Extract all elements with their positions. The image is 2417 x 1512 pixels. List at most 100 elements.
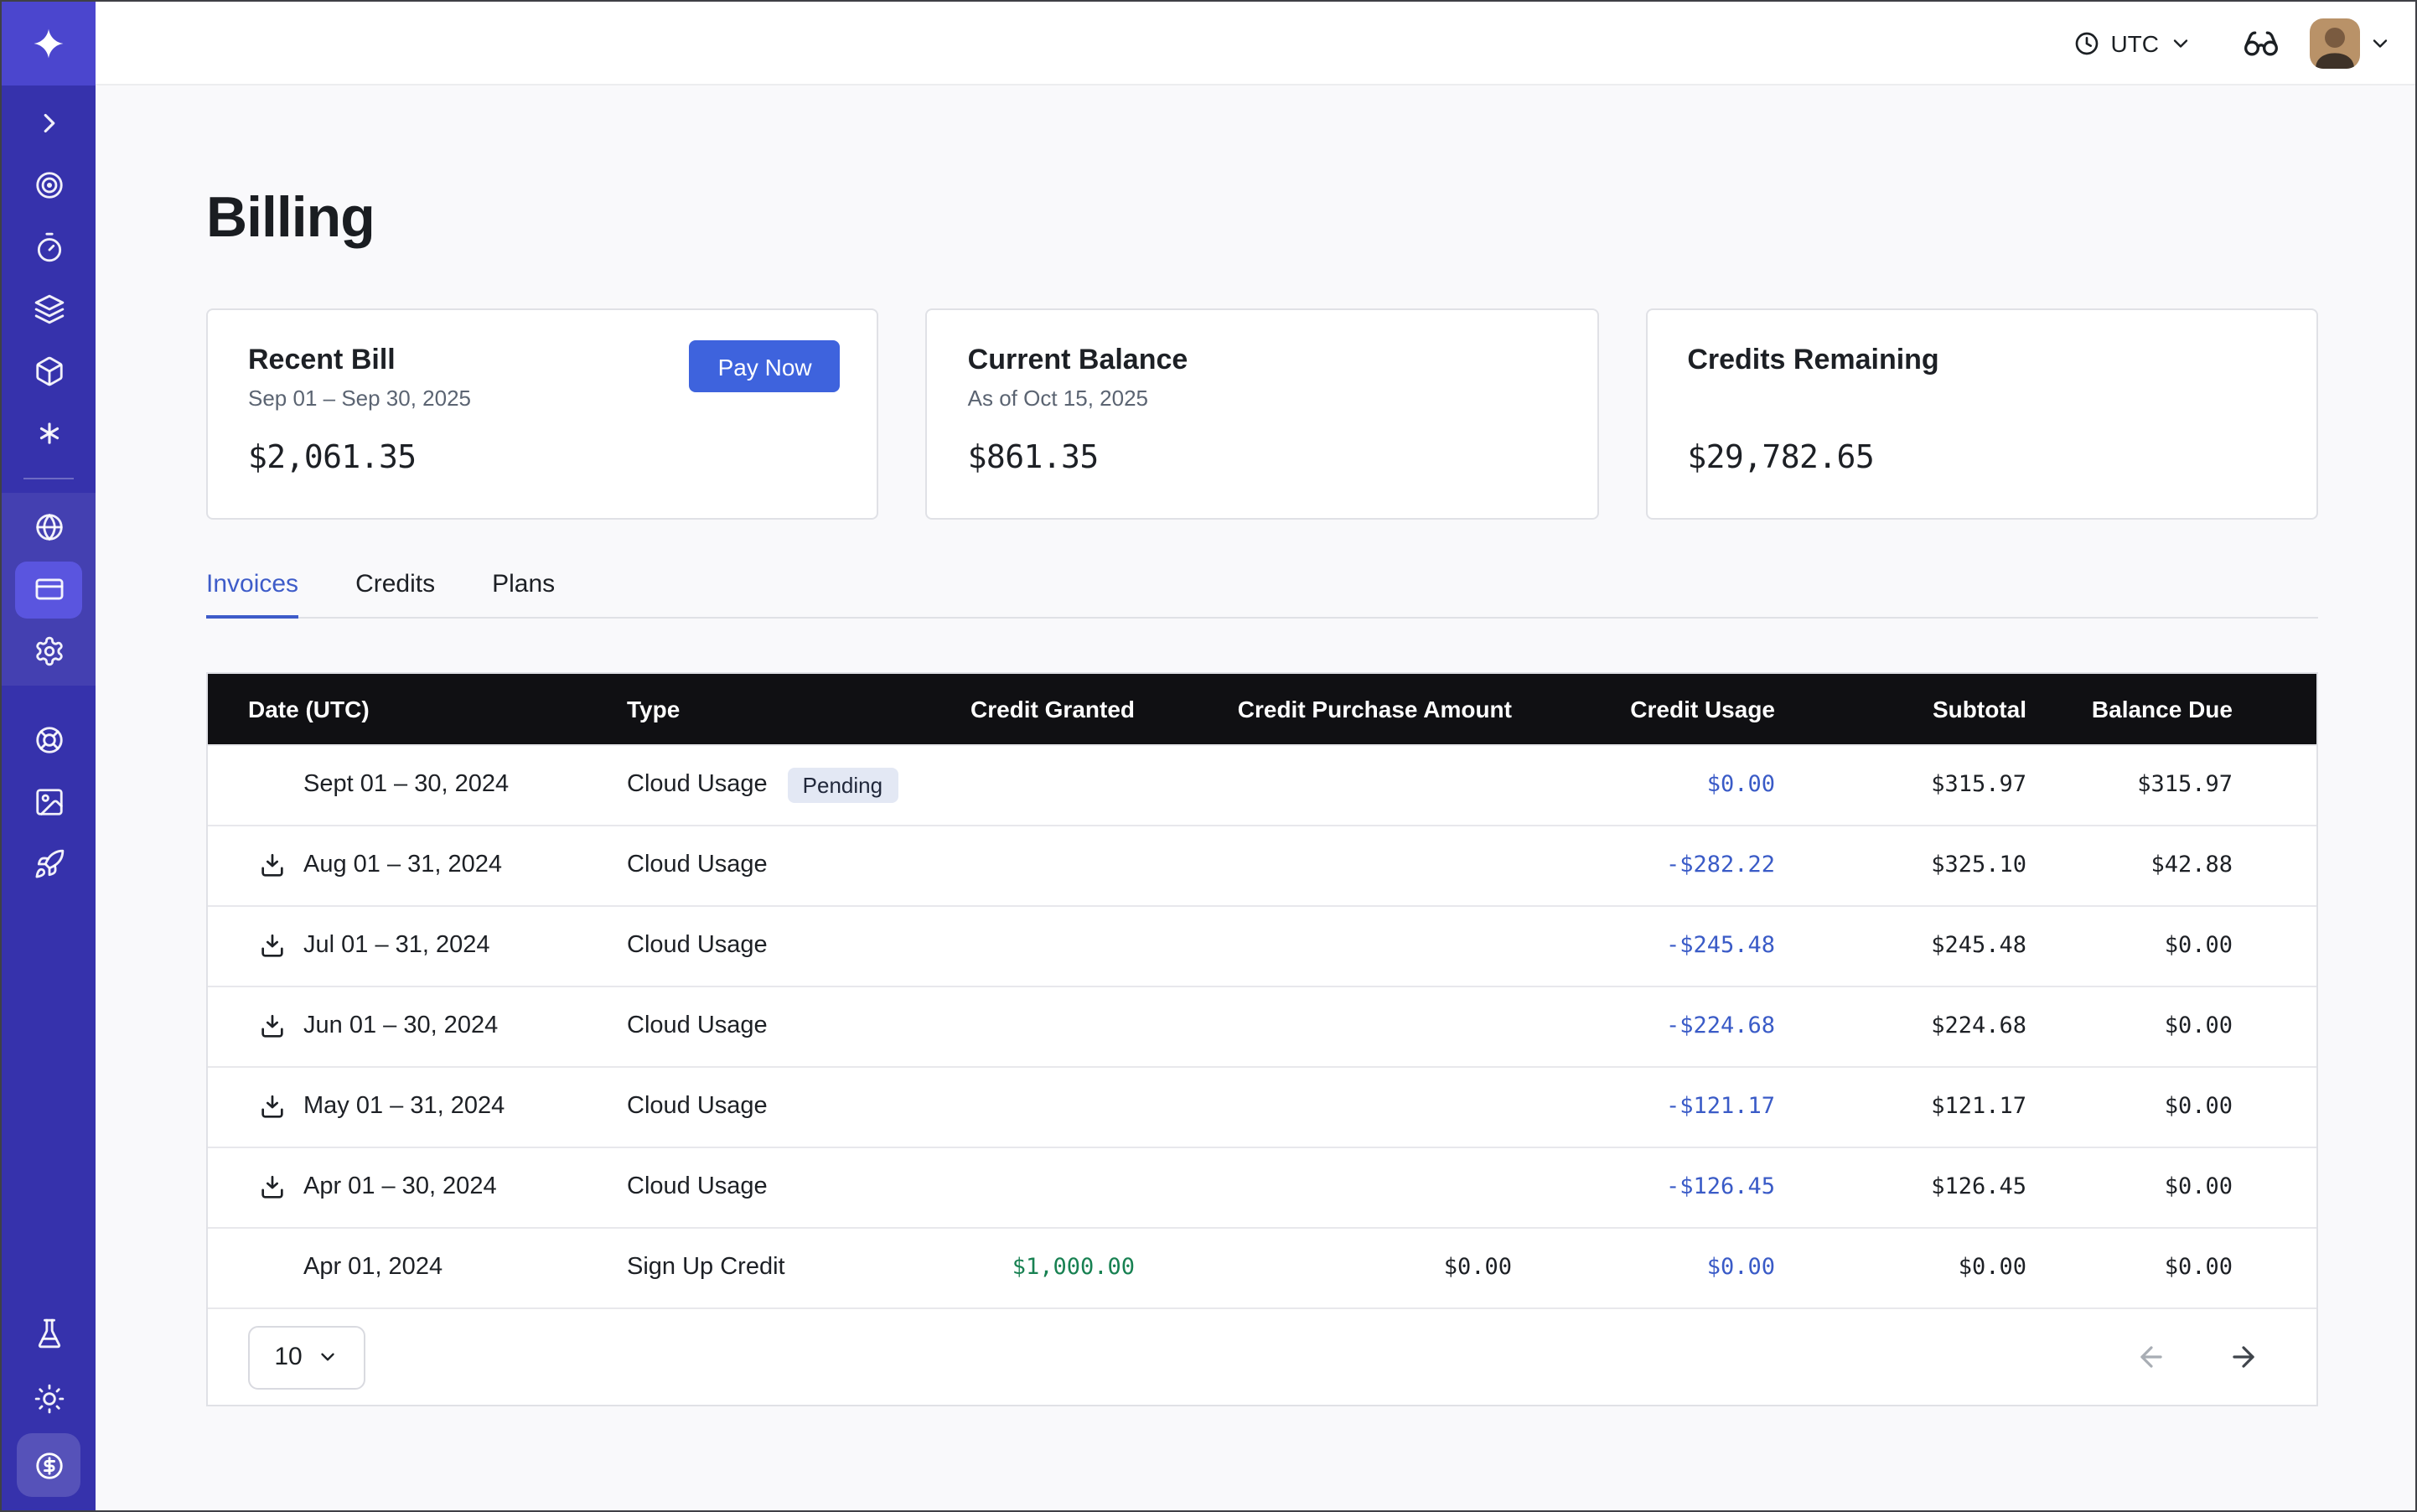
invoice-type: Cloud Usage xyxy=(627,1173,768,1200)
balance-due-value: $0.00 xyxy=(2026,986,2316,1066)
download-invoice-icon[interactable] xyxy=(258,1092,287,1121)
invoice-date: Sept 01 – 30, 2024 xyxy=(303,771,509,798)
table-footer: 10 xyxy=(208,1307,2316,1405)
invoice-date: Apr 01, 2024 xyxy=(303,1255,443,1282)
page-size-select[interactable]: 10 xyxy=(248,1325,365,1389)
current-balance-amount: $861.35 xyxy=(968,439,1557,476)
subtotal-value: $224.68 xyxy=(1775,986,2026,1066)
invoice-row: Apr 01 – 30, 2024 Cloud Usage -$126.45 $… xyxy=(208,1147,2316,1227)
invoice-date: Jun 01 – 30, 2024 xyxy=(303,1012,498,1039)
credit-usage-value: -$282.22 xyxy=(1512,825,1775,905)
timer-icon xyxy=(33,231,65,263)
credit-purchase-value: $0.00 xyxy=(1135,1227,1512,1307)
invoice-type: Cloud Usage xyxy=(627,1093,768,1120)
rocket-icon xyxy=(33,848,65,880)
globe-icon xyxy=(33,511,65,543)
credit-usage-value: -$126.45 xyxy=(1512,1147,1775,1227)
balance-due-value: $0.00 xyxy=(2026,1147,2316,1227)
layers-icon xyxy=(33,293,65,325)
download-invoice-icon[interactable] xyxy=(258,1012,287,1040)
prev-page-button[interactable] xyxy=(2135,1341,2167,1373)
card-title: Current Balance xyxy=(968,344,1557,377)
invoice-type: Sign Up Credit xyxy=(627,1255,785,1282)
billing-tabs: Invoices Credits Plans xyxy=(206,570,2318,619)
credit-usage-value: -$224.68 xyxy=(1512,986,1775,1066)
invoice-type: Cloud Usage xyxy=(627,852,768,878)
subtotal-value: $245.48 xyxy=(1775,905,2026,986)
col-type: Type xyxy=(627,674,929,744)
sidebar-item-target[interactable] xyxy=(2,154,96,216)
invoice-type: Cloud Usage xyxy=(627,1012,768,1039)
image-icon xyxy=(33,786,65,818)
col-date: Date (UTC) xyxy=(208,674,627,744)
chevron-down-icon xyxy=(2169,31,2192,54)
sidebar-item-asterisk[interactable] xyxy=(2,402,96,464)
credit-granted-value xyxy=(929,986,1135,1066)
invoice-row: Apr 01, 2024 Sign Up Credit $1,000.00 $0… xyxy=(208,1227,2316,1307)
balance-due-value: $315.97 xyxy=(2026,744,2316,825)
col-credit-granted: Credit Granted xyxy=(929,674,1135,744)
sidebar-item-globe[interactable] xyxy=(2,496,96,558)
pagination xyxy=(2135,1341,2259,1373)
download-invoice-icon[interactable] xyxy=(258,1173,287,1201)
pay-now-button[interactable]: Pay Now xyxy=(690,340,841,392)
sidebar-divider xyxy=(23,478,74,479)
table-header-row: Date (UTC) Type Credit Granted Credit Pu… xyxy=(208,674,2316,744)
credit-usage-value: -$245.48 xyxy=(1512,905,1775,986)
account-menu[interactable] xyxy=(2310,18,2392,68)
page-title: Billing xyxy=(206,186,2318,251)
content-column: UTC Billing Recent Bill Sep 01 – Sep 30,… xyxy=(96,2,2415,1510)
sidebar-nav xyxy=(2,85,96,895)
invoice-date: May 01 – 31, 2024 xyxy=(303,1093,505,1120)
sidebar-item-timer[interactable] xyxy=(2,216,96,278)
subtotal-value: $325.10 xyxy=(1775,825,2026,905)
download-invoice-icon[interactable] xyxy=(258,851,287,879)
sidebar-item-theme[interactable] xyxy=(2,1368,96,1430)
sidebar-item-labs[interactable] xyxy=(2,1302,96,1364)
flask-icon xyxy=(33,1318,65,1349)
sidebar-item-billing[interactable] xyxy=(2,558,96,620)
sidebar-item-layers[interactable] xyxy=(2,278,96,340)
subtotal-value: $315.97 xyxy=(1775,744,2026,825)
tab-plans[interactable]: Plans xyxy=(492,570,555,617)
credits-button[interactable] xyxy=(17,1433,80,1497)
credit-purchase-value xyxy=(1135,825,1512,905)
summary-cards: Recent Bill Sep 01 – Sep 30, 2025 $2,061… xyxy=(206,308,2318,520)
sidebar-item-cube[interactable] xyxy=(2,340,96,402)
credits-remaining-card: Credits Remaining $29,782.65 xyxy=(1645,308,2318,520)
invoice-type: Cloud Usage xyxy=(627,771,768,798)
subtotal-value: $126.45 xyxy=(1775,1147,2026,1227)
download-invoice-icon[interactable] xyxy=(258,931,287,960)
next-page-button[interactable] xyxy=(2228,1341,2259,1373)
recent-bill-amount: $2,061.35 xyxy=(248,439,837,476)
sidebar-item-settings[interactable] xyxy=(2,620,96,682)
balance-due-value: $42.88 xyxy=(2026,825,2316,905)
credit-usage-value: $0.00 xyxy=(1512,1227,1775,1307)
sidebar-item-support[interactable] xyxy=(2,709,96,771)
timezone-value: UTC xyxy=(2110,29,2159,56)
invoice-row: Sept 01 – 30, 2024 Cloud Usage Pending $… xyxy=(208,744,2316,825)
card-subtitle: As of Oct 15, 2025 xyxy=(968,386,1557,412)
sidebar-item-media[interactable] xyxy=(2,771,96,833)
invoice-row: May 01 – 31, 2024 Cloud Usage -$121.17 $… xyxy=(208,1066,2316,1147)
cube-icon xyxy=(33,355,65,387)
tab-invoices[interactable]: Invoices xyxy=(206,570,298,617)
goggles-button[interactable] xyxy=(2243,24,2280,61)
arrow-left-icon xyxy=(2135,1341,2167,1373)
tab-credits[interactable]: Credits xyxy=(355,570,435,617)
timezone-selector[interactable]: UTC xyxy=(2073,29,2192,56)
logo-icon xyxy=(32,27,65,60)
sidebar-collapse-button[interactable] xyxy=(2,92,96,154)
invoice-date: Apr 01 – 30, 2024 xyxy=(303,1173,497,1200)
app-logo[interactable] xyxy=(2,2,96,85)
sidebar-bottom xyxy=(2,1302,96,1510)
credit-usage-value: -$121.17 xyxy=(1512,1066,1775,1147)
lifebuoy-icon xyxy=(33,724,65,756)
sidebar-item-rocket[interactable] xyxy=(2,833,96,895)
balance-due-value: $0.00 xyxy=(2026,905,2316,986)
subtotal-value: $0.00 xyxy=(1775,1227,2026,1307)
clock-icon xyxy=(2073,29,2100,56)
card-title: Credits Remaining xyxy=(1687,344,2276,377)
settings-gear-icon xyxy=(33,635,65,667)
sidebar xyxy=(2,2,96,1510)
